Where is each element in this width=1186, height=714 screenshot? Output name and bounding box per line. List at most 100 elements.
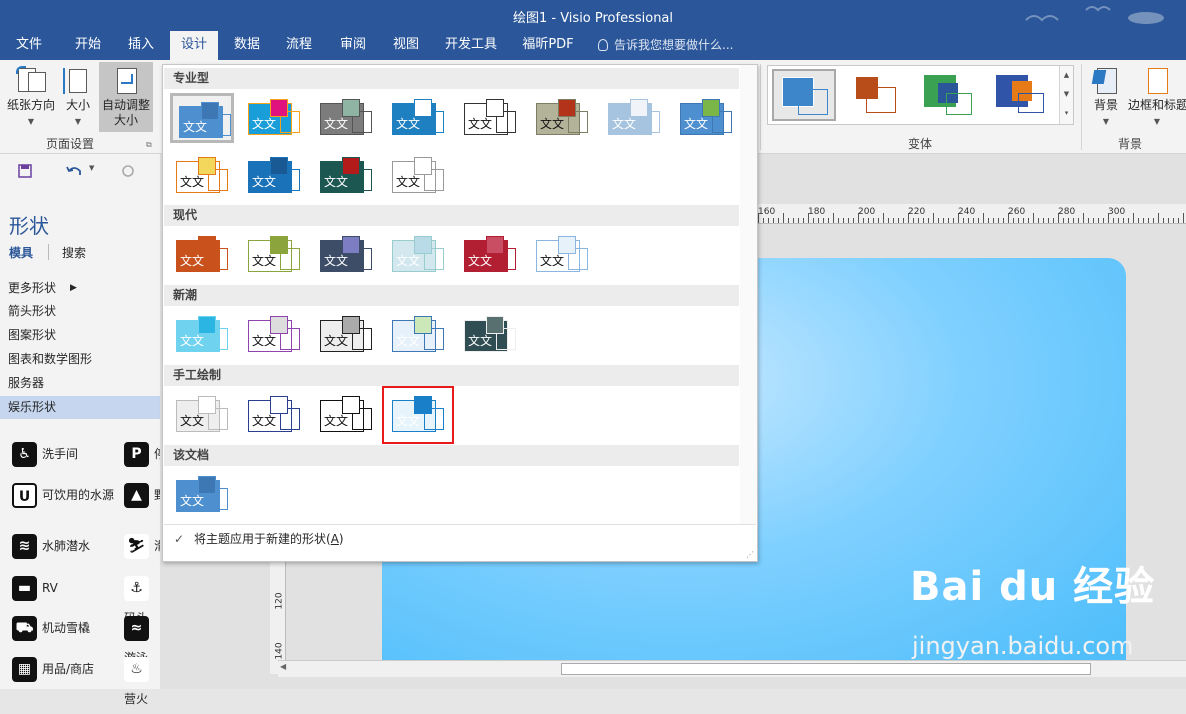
- watermark-brand: Bai du 经验: [910, 564, 1156, 610]
- theme-thumbnail[interactable]: 文文: [458, 93, 522, 143]
- stencil-more-shapes[interactable]: 更多形状 ▶: [0, 277, 160, 300]
- tab-developer[interactable]: 开发工具: [440, 31, 502, 60]
- dialog-launcher-icon[interactable]: ⧉: [146, 140, 152, 150]
- dropdown-scrollbar[interactable]: [740, 65, 757, 524]
- tell-me-box[interactable]: 告诉我您想要做什么...: [598, 31, 733, 59]
- shape-swimming[interactable]: ≈游泳: [124, 613, 160, 665]
- size-button[interactable]: 大小 ▼: [60, 62, 96, 132]
- theme-thumbnail[interactable]: 文文: [386, 151, 450, 201]
- theme-thumbnail[interactable]: 文文: [170, 151, 234, 201]
- theme-thumbnail[interactable]: 文文: [170, 310, 234, 360]
- theme-thumbnail[interactable]: 文文: [458, 310, 522, 360]
- theme-thumbnail[interactable]: 文文: [314, 230, 378, 280]
- tab-view[interactable]: 视图: [384, 31, 428, 60]
- tab-data[interactable]: 数据: [226, 31, 268, 60]
- variant-2[interactable]: [846, 69, 910, 121]
- page-setup-group-label: 页面设置: [46, 137, 95, 151]
- stencil-entertainment[interactable]: 娱乐形状: [0, 396, 160, 419]
- theme-thumbnail[interactable]: 文文: [386, 310, 450, 360]
- horizontal-ruler: 160 180 200 220 240 260 280 300: [758, 204, 1186, 224]
- theme-thumbnail[interactable]: 文文: [530, 230, 594, 280]
- apply-theme-to-new-shapes[interactable]: ✓ 将主题应用于新建的形状(A): [164, 524, 756, 552]
- tab-process[interactable]: 流程: [278, 31, 320, 60]
- undo-icon[interactable]: [66, 164, 82, 178]
- shape-camping[interactable]: ▲ 野: [124, 480, 164, 510]
- background-button[interactable]: 背景 ▼: [1086, 62, 1126, 132]
- theme-thumbnail[interactable]: 文文: [386, 93, 450, 143]
- shape-rv[interactable]: ▬ RV: [12, 573, 58, 603]
- theme-thumbnail[interactable]: 文文: [242, 390, 306, 440]
- theme-thumbnail[interactable]: 文文: [602, 93, 666, 143]
- stencil-pattern-shapes[interactable]: 图案形状: [0, 324, 160, 347]
- scroll-up-icon[interactable]: ▲: [1060, 66, 1073, 85]
- shape-skiing[interactable]: ⛷ 滑: [124, 531, 164, 561]
- scroll-left-icon[interactable]: ◀: [280, 662, 286, 671]
- theme-thumbnail[interactable]: 文文: [674, 93, 738, 143]
- stencil-charts-math[interactable]: 图表和数学图形: [0, 348, 160, 371]
- theme-thumbnail[interactable]: 文文: [314, 310, 378, 360]
- variant-4[interactable]: [990, 69, 1054, 121]
- theme-thumbnail[interactable]: 文文: [170, 230, 234, 280]
- shape-drinking-water[interactable]: U 可饮用的水源: [12, 480, 114, 510]
- tab-design[interactable]: 设计: [170, 31, 218, 60]
- shapes-pane: 形状 模具 搜索 更多形状 ▶ 箭头形状 图案形状 图表和数学图形 服务器 娱乐…: [0, 188, 164, 706]
- theme-thumbnail-text: 文文: [540, 117, 565, 131]
- borders-titles-button[interactable]: 边框和标题 ▼: [1128, 62, 1186, 132]
- tab-home[interactable]: 开始: [66, 31, 110, 60]
- theme-thumbnail[interactable]: 文文: [170, 470, 234, 520]
- theme-thumbnail[interactable]: 文文: [530, 93, 594, 143]
- stencil-arrow-shapes[interactable]: 箭头形状: [0, 300, 160, 323]
- variant-1[interactable]: [772, 69, 836, 121]
- tab-file[interactable]: 文件: [8, 31, 50, 60]
- theme-thumbnail[interactable]: 文文: [458, 230, 522, 280]
- shape-parking[interactable]: P停: [124, 439, 164, 469]
- variant-3[interactable]: [918, 69, 982, 121]
- shape-restroom[interactable]: ♿ 洗手间: [12, 439, 78, 469]
- swimming-icon: ≈: [124, 616, 149, 641]
- paper-orientation-button[interactable]: 纸张方向 ▼: [4, 62, 58, 132]
- theme-thumbnail-text: 文文: [252, 334, 277, 348]
- background-group-label: 背景: [1118, 137, 1143, 151]
- gallery-scroll[interactable]: ▲ ▼ ▾: [1059, 66, 1073, 124]
- theme-thumbnail[interactable]: 文文: [242, 230, 306, 280]
- gallery-expand-icon[interactable]: ▾: [1060, 104, 1073, 123]
- background-icon: [1091, 66, 1121, 96]
- resize-grip-icon[interactable]: ⋰: [746, 550, 754, 559]
- scrollbar-thumb[interactable]: [561, 663, 1091, 675]
- auto-size-label-2: 大小: [113, 113, 138, 127]
- hruler-label: 220: [908, 207, 926, 217]
- theme-thumbnail[interactable]: 文文: [386, 230, 450, 280]
- undo-dropdown-icon[interactable]: ▼: [89, 164, 94, 172]
- variants-group-label: 变体: [908, 137, 933, 151]
- theme-thumbnail-text: 文文: [612, 117, 637, 131]
- scuba-diving-icon: ≋: [12, 534, 37, 559]
- theme-thumbnail-text: 文文: [324, 175, 349, 189]
- campfire-icon: ♨: [124, 657, 149, 682]
- shape-dock[interactable]: ⚓码头: [124, 573, 160, 625]
- theme-thumbnail[interactable]: 文文: [314, 93, 378, 143]
- theme-thumbnail[interactable]: 文文: [242, 310, 306, 360]
- tab-insert[interactable]: 插入: [119, 31, 163, 60]
- auto-size-button[interactable]: 自动调整 大小: [99, 62, 153, 132]
- save-icon[interactable]: [18, 164, 32, 178]
- chevron-down-icon: ▼: [1102, 117, 1110, 126]
- shape-snowmobile[interactable]: ⛟ 机动雪橇: [12, 613, 90, 643]
- theme-thumbnail[interactable]: 文文: [314, 151, 378, 201]
- theme-thumbnail[interactable]: 文文: [382, 386, 454, 444]
- theme-thumbnail[interactable]: 文文: [314, 390, 378, 440]
- theme-thumbnail[interactable]: 文文: [242, 93, 306, 143]
- tab-review[interactable]: 审阅: [331, 31, 375, 60]
- tab-foxit-pdf[interactable]: 福昕PDF: [515, 31, 581, 60]
- quick-access-toolbar: ▼: [0, 154, 160, 188]
- theme-thumbnail[interactable]: 文文: [242, 151, 306, 201]
- tab-stencils[interactable]: 模具: [9, 244, 33, 261]
- shape-store[interactable]: ▦ 用品/商店: [12, 654, 94, 684]
- shape-campfire[interactable]: ♨营火: [124, 654, 160, 706]
- theme-thumbnail[interactable]: 文文: [170, 390, 234, 440]
- shape-scuba[interactable]: ≋ 水肺潜水: [12, 531, 90, 561]
- stencil-servers[interactable]: 服务器: [0, 372, 160, 395]
- tab-search[interactable]: 搜索: [62, 244, 86, 261]
- variants-gallery[interactable]: ▲ ▼ ▾: [767, 65, 1074, 125]
- scroll-down-icon[interactable]: ▼: [1060, 85, 1073, 104]
- theme-thumbnail[interactable]: 文文: [170, 93, 234, 143]
